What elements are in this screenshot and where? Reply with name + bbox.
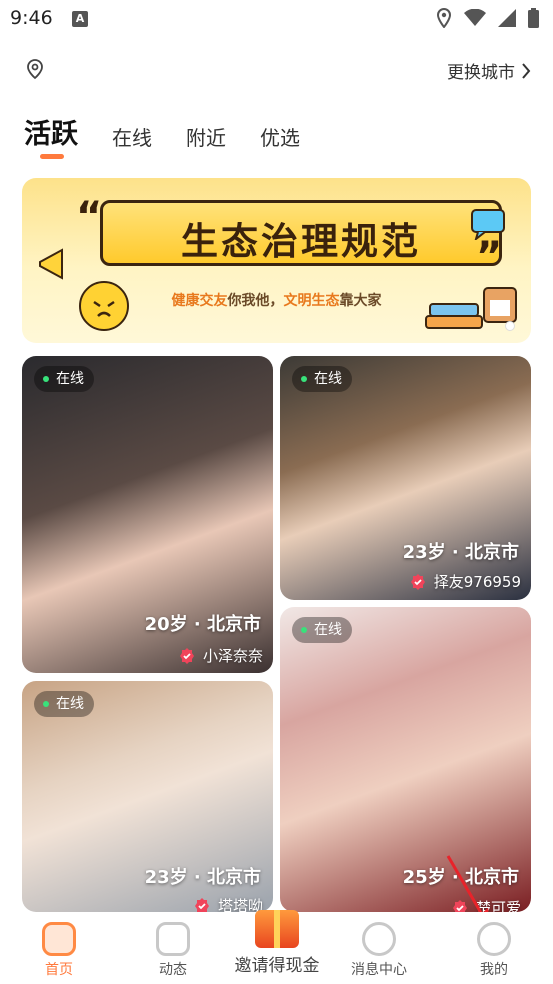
bottom-nav: 首页 动态 邀请得现金 消息中心 我的 — [0, 910, 553, 984]
nav-messages[interactable]: 消息中心 — [324, 912, 434, 979]
profile-card[interactable]: 在线 23岁 · 北京市 塔塔呦 — [22, 681, 273, 912]
nickname: 择友976959 — [433, 573, 521, 591]
status-bar: 9:46 A — [0, 0, 553, 40]
calendar-icon — [483, 287, 517, 323]
wifi-icon — [464, 9, 486, 26]
feed-icon — [156, 922, 190, 956]
message-icon — [362, 922, 396, 956]
quote-right: ” — [476, 234, 503, 280]
nav-label: 动态 — [159, 962, 187, 978]
tab-bar: 活跃 在线 附近 优选 — [24, 112, 334, 155]
tab-underline — [40, 154, 64, 159]
home-icon — [42, 922, 76, 956]
profile-icon — [477, 922, 511, 956]
quote-left: “ — [76, 194, 103, 240]
nav-label: 我的 — [480, 962, 508, 978]
age-city: 23岁 · 北京市 — [144, 867, 261, 888]
online-badge: 在线 — [34, 691, 94, 717]
nav-label: 首页 — [45, 962, 73, 978]
gift-icon — [255, 910, 299, 948]
nav-profile[interactable]: 我的 — [439, 912, 549, 979]
status-time: 9:46 — [10, 7, 53, 29]
chevron-right-icon — [522, 62, 531, 79]
banner-indicator — [505, 321, 515, 331]
online-badge: 在线 — [292, 366, 352, 392]
online-badge: 在线 — [34, 366, 94, 392]
banner[interactable]: “ 生态治理规范 ” 健康交友你我他，文明生态靠大家 — [22, 178, 531, 343]
verified-badge-icon — [179, 647, 194, 664]
chat-bubble-icon — [471, 209, 505, 240]
nav-home[interactable]: 首页 — [4, 912, 114, 979]
online-badge: 在线 — [292, 617, 352, 643]
battery-icon — [528, 8, 539, 28]
profile-card[interactable]: 在线 23岁 · 北京市 择友976959 — [280, 356, 531, 600]
nickname: 小泽奈奈 — [202, 647, 263, 665]
tab-preferred[interactable]: 优选 — [260, 122, 300, 155]
tab-online[interactable]: 在线 — [112, 122, 152, 155]
verified-badge-icon — [410, 573, 425, 590]
age-city: 23岁 · 北京市 — [402, 542, 519, 563]
nav-label: 消息中心 — [351, 962, 407, 978]
megaphone-icon — [39, 248, 63, 280]
nav-invite[interactable]: 邀请得现金 — [222, 910, 332, 976]
books-icon — [425, 303, 483, 329]
nickname-row: 择友976959 — [410, 571, 521, 592]
verified-badge-icon — [194, 897, 209, 912]
a-icon: A — [72, 11, 88, 27]
change-city-label: 更换城市 — [447, 63, 515, 83]
nav-feed[interactable]: 动态 — [118, 912, 228, 979]
profile-card[interactable]: 在线 20岁 · 北京市 小泽奈奈 — [22, 356, 273, 673]
status-icons — [436, 8, 539, 28]
nickname-row: 塔塔呦 — [194, 895, 263, 912]
signal-icon — [498, 9, 516, 27]
nickname: 塔塔呦 — [217, 897, 263, 912]
banner-title: 生态治理规范 — [181, 220, 421, 263]
age-city: 20岁 · 北京市 — [144, 614, 261, 635]
location-pin-icon[interactable] — [24, 58, 46, 80]
change-city-button[interactable]: 更换城市 — [447, 58, 531, 83]
tab-nearby[interactable]: 附近 — [186, 122, 226, 155]
tab-active[interactable]: 活跃 — [24, 112, 78, 155]
nickname-row: 小泽奈奈 — [179, 645, 263, 666]
banner-title-box: 生态治理规范 — [100, 200, 502, 266]
location-icon — [436, 8, 452, 28]
nav-label: 邀请得现金 — [234, 956, 320, 976]
